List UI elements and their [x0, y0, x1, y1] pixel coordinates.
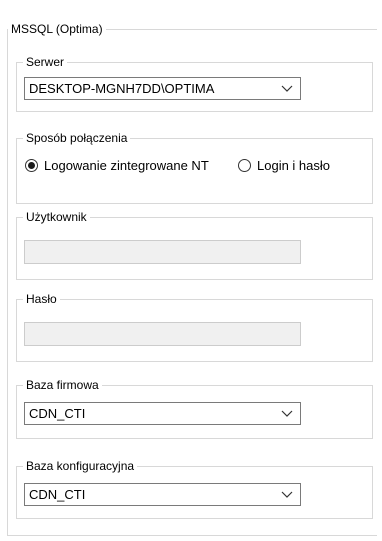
chevron-down-icon: [281, 85, 293, 92]
radio-integrated-nt[interactable]: [25, 159, 38, 172]
user-label: Użytkownik: [23, 210, 90, 225]
config-db-dropdown[interactable]: CDN_CTI: [24, 483, 301, 506]
radio-integrated-nt-label[interactable]: Logowanie zintegrowane NT: [44, 158, 209, 173]
mssql-groupbox-title: MSSQL (Optima): [8, 22, 106, 37]
user-groupbox: Użytkownik: [16, 210, 373, 280]
chevron-down-icon: [281, 410, 293, 417]
radio-login-password-label[interactable]: Login i hasło: [257, 158, 330, 173]
server-dropdown-value: DESKTOP-MGNH7DD\OPTIMA: [29, 81, 215, 96]
password-groupbox: Hasło: [16, 292, 373, 362]
config-db-dropdown-value: CDN_CTI: [29, 487, 86, 502]
radio-login-password[interactable]: [238, 159, 251, 172]
password-label: Hasło: [23, 292, 60, 307]
chevron-down-icon: [281, 491, 293, 498]
company-db-groupbox: Baza firmowa CDN_CTI: [16, 378, 373, 439]
user-input[interactable]: [24, 240, 301, 264]
company-db-label: Baza firmowa: [23, 378, 102, 393]
config-db-groupbox: Baza konfiguracyjna CDN_CTI: [16, 459, 373, 519]
radio-selected-dot: [28, 162, 35, 169]
connection-label: Sposób połączenia: [23, 131, 131, 146]
company-db-dropdown-value: CDN_CTI: [29, 406, 86, 421]
server-groupbox: Serwer DESKTOP-MGNH7DD\OPTIMA: [16, 55, 373, 112]
config-db-label: Baza konfiguracyjna: [23, 459, 138, 474]
server-dropdown[interactable]: DESKTOP-MGNH7DD\OPTIMA: [24, 77, 301, 100]
server-label: Serwer: [23, 55, 68, 70]
connection-groupbox: Sposób połączenia Logowanie zintegrowane…: [16, 131, 373, 204]
company-db-dropdown[interactable]: CDN_CTI: [24, 402, 301, 425]
password-input[interactable]: [24, 322, 301, 346]
